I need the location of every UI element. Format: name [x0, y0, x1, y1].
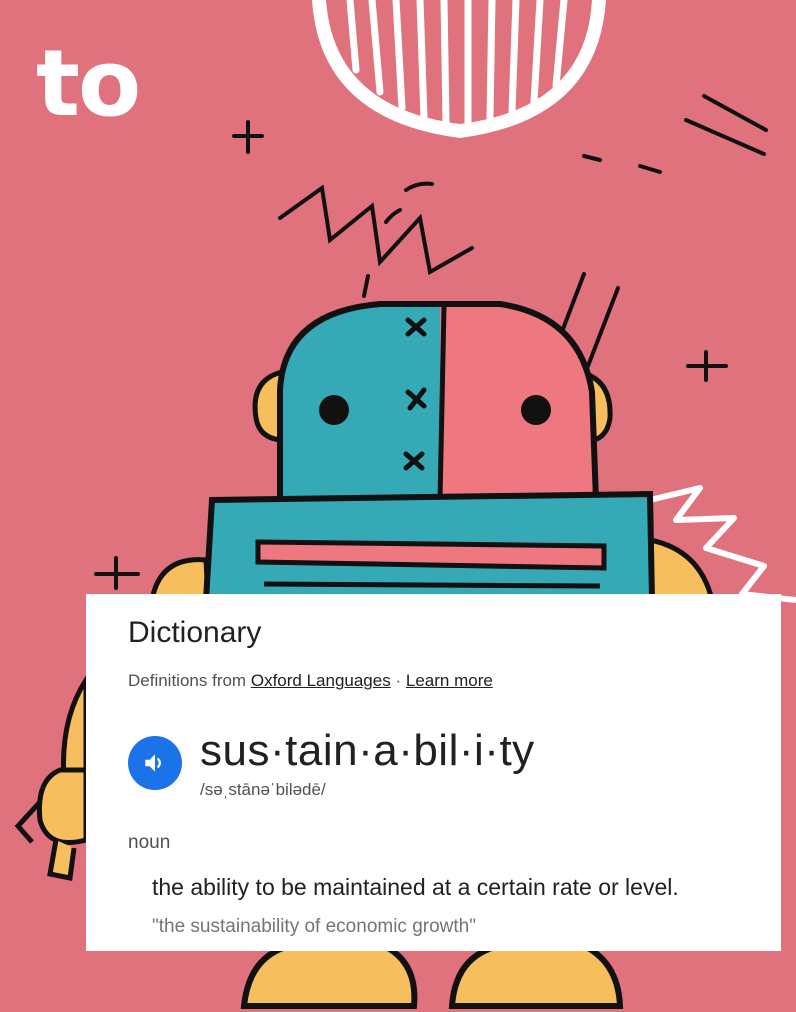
robot-head [277, 301, 599, 501]
source-separator: · [395, 671, 402, 690]
source-prefix: Definitions from [128, 671, 247, 690]
robot-feet [240, 941, 624, 1009]
phonetic-spelling: /səˌstānəˈbilədē/ [200, 780, 326, 799]
learn-more-link[interactable]: Learn more [406, 671, 493, 690]
pronunciation-button[interactable] [128, 736, 182, 790]
source-line: Definitions from Oxford Languages · Lear… [128, 671, 493, 691]
part-of-speech: noun [128, 832, 171, 853]
definition-text: the ability to be maintained at a certai… [152, 874, 679, 900]
volume-icon [145, 754, 161, 772]
dictionary-card: Dictionary Definitions from Oxford Langu… [86, 594, 781, 951]
robot-body [202, 490, 656, 603]
striped-circle-shape [312, 0, 606, 138]
hero-word: to [36, 30, 141, 137]
headword: sus·tain·a·bil·i·ty [200, 726, 535, 775]
example-sentence: "the sustainability of economic growth" [152, 916, 476, 937]
oxford-languages-link[interactable]: Oxford Languages [251, 671, 391, 690]
dictionary-title: Dictionary [128, 616, 262, 649]
